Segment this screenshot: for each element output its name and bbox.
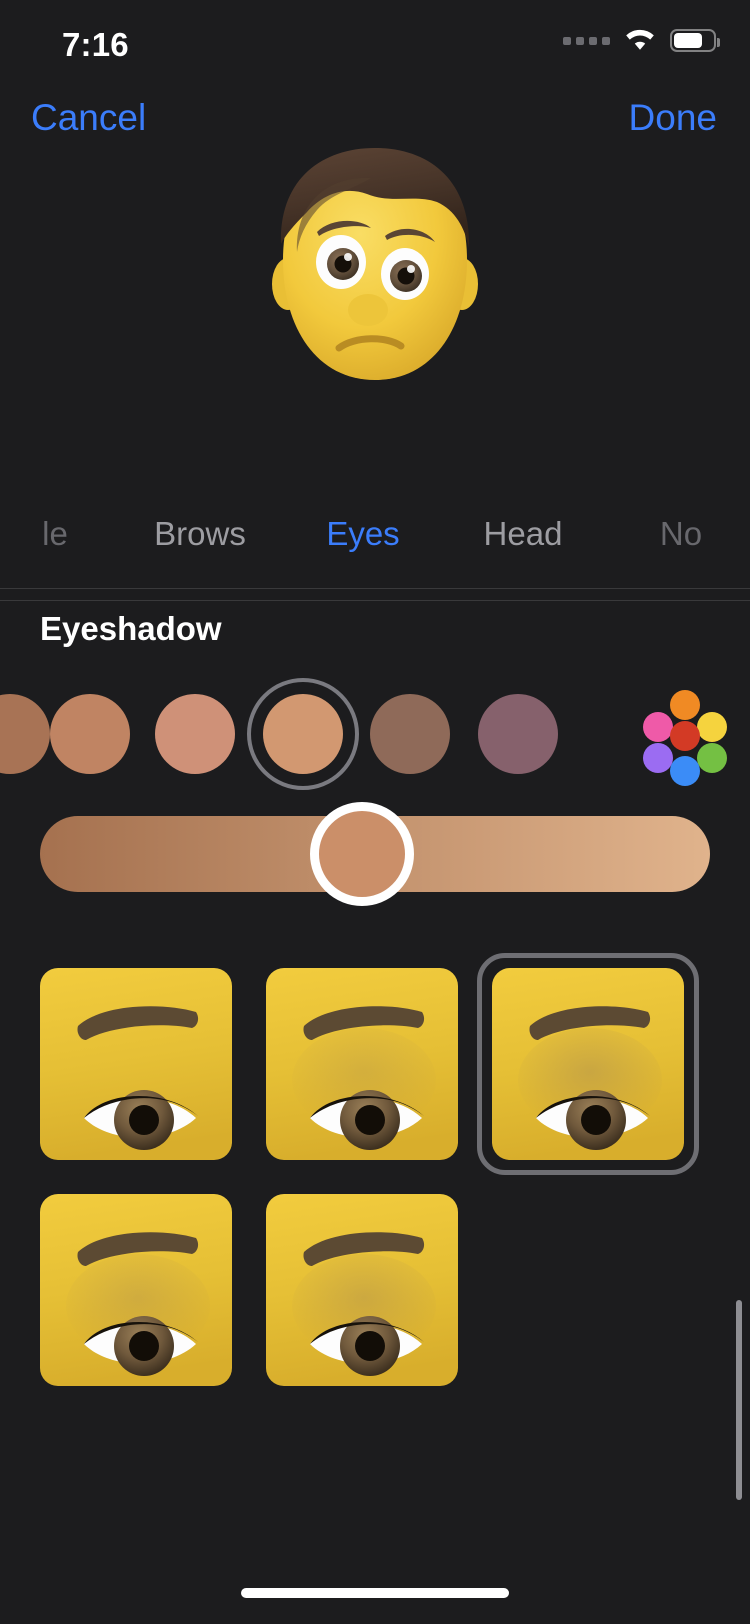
eyeshadow-option-grid[interactable] (0, 940, 750, 1420)
color-wheel-dot-1 (670, 690, 700, 720)
tab-head[interactable]: Head (448, 480, 598, 588)
color-wheel-dot-4 (670, 721, 700, 751)
divider-top (0, 588, 750, 589)
tab-label: Head (483, 515, 563, 552)
tab-le[interactable]: le (10, 480, 100, 588)
color-swatch-1[interactable] (0, 694, 50, 774)
color-wheel-icon[interactable] (640, 688, 732, 786)
eyeshadow-option-3[interactable] (492, 968, 684, 1160)
shade-slider-thumb[interactable] (309, 802, 414, 906)
wifi-icon (626, 29, 654, 50)
color-swatch-3[interactable] (155, 694, 235, 774)
eyeshadow-option-2[interactable] (266, 968, 458, 1160)
tab-brows[interactable]: Brows (120, 480, 280, 588)
tab-eyes[interactable]: Eyes (288, 480, 438, 588)
eyeshadow-option-4[interactable] (40, 1194, 232, 1386)
status-bar: 7:16 (0, 0, 750, 88)
avatar-preview-area (0, 110, 750, 480)
eyeshadow-option-1[interactable] (40, 968, 232, 1160)
color-wheel-dot-7 (670, 756, 700, 786)
color-wheel-dot-5 (643, 743, 673, 773)
shade-slider[interactable] (40, 802, 710, 906)
tab-label: Brows (154, 515, 246, 552)
color-swatch-5[interactable] (370, 694, 450, 774)
home-indicator[interactable] (241, 1588, 509, 1598)
signal-dots-icon (563, 36, 610, 45)
tab-label: No (659, 515, 703, 552)
color-swatch-2[interactable] (50, 694, 130, 774)
color-wheel-dot-6 (697, 743, 727, 773)
color-swatch-4[interactable] (247, 678, 359, 790)
tab-label: le (42, 515, 68, 552)
battery-icon (670, 29, 720, 52)
color-wheel-dot-2 (643, 712, 673, 742)
memoji-avatar[interactable] (255, 132, 495, 407)
tab-no[interactable]: No (636, 480, 726, 588)
eyeshadow-option-5[interactable] (266, 1194, 458, 1386)
category-tab-strip[interactable]: le Brows Eyes Head No (0, 480, 750, 588)
section-title: Eyeshadow (40, 610, 222, 647)
tab-label: Eyes (326, 515, 400, 552)
divider-bottom (0, 600, 750, 601)
vertical-scrollbar[interactable] (736, 1300, 742, 1500)
memoji-editor-screen: 7:16 Cancel Done le Brows Eyes Head No E… (0, 0, 750, 1624)
color-swatch-6[interactable] (478, 694, 558, 774)
color-swatch-row[interactable] (0, 678, 750, 790)
status-bar-indicators (563, 28, 720, 53)
color-wheel-dot-3 (697, 712, 727, 742)
status-bar-clock: 7:16 (62, 26, 129, 63)
